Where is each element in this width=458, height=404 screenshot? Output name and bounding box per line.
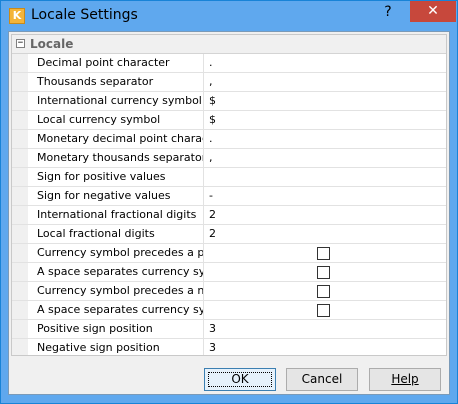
property-value	[205, 263, 446, 281]
property-value[interactable]: -	[205, 187, 446, 205]
category-locale[interactable]: − Locale	[12, 35, 446, 54]
help-button[interactable]: Help	[369, 368, 441, 391]
property-name: International fractional digits	[28, 206, 204, 224]
property-row[interactable]: Decimal point character .	[12, 54, 446, 73]
property-row[interactable]: International fractional digits 2	[12, 206, 446, 225]
property-row[interactable]: Sign for negative values -	[12, 187, 446, 206]
property-value[interactable]: $	[205, 92, 446, 110]
property-row[interactable]: Currency symbol precedes a nega	[12, 282, 446, 301]
checkbox[interactable]	[317, 285, 330, 298]
property-name: Currency symbol precedes a posit	[28, 244, 204, 262]
property-name: Thousands separator	[28, 73, 204, 91]
property-row[interactable]: Monetary decimal point character .	[12, 130, 446, 149]
property-row[interactable]: Monetary thousands separator ,	[12, 149, 446, 168]
property-value[interactable]: 2	[205, 225, 446, 243]
property-value[interactable]: .	[205, 130, 446, 148]
property-value	[205, 244, 446, 262]
app-icon: K	[9, 8, 25, 24]
property-name: Local fractional digits	[28, 225, 204, 243]
cancel-button[interactable]: Cancel	[286, 368, 358, 391]
property-row[interactable]: Thousands separator ,	[12, 73, 446, 92]
property-row[interactable]: A space separates currency symb	[12, 301, 446, 320]
property-name: Sign for negative values	[28, 187, 204, 205]
checkbox[interactable]	[317, 247, 330, 260]
property-name: Sign for positive values	[28, 168, 204, 186]
property-name: Positive sign position	[28, 320, 204, 338]
property-value[interactable]: 3	[205, 339, 446, 355]
property-value	[205, 282, 446, 300]
property-row[interactable]: Local currency symbol $	[12, 111, 446, 130]
property-name: A space separates currency symb	[28, 263, 204, 281]
property-name: Currency symbol precedes a nega	[28, 282, 204, 300]
checkbox[interactable]	[317, 304, 330, 317]
property-value[interactable]: .	[205, 54, 446, 72]
property-grid[interactable]: − Locale Decimal point character . Thous…	[11, 34, 447, 356]
property-name: Decimal point character	[28, 54, 204, 72]
property-name: Monetary decimal point character	[28, 130, 204, 148]
property-name: Negative sign position	[28, 339, 204, 355]
property-name: Local currency symbol	[28, 111, 204, 129]
property-row[interactable]: Currency symbol precedes a posit	[12, 244, 446, 263]
property-name: Monetary thousands separator	[28, 149, 204, 167]
category-label: Locale	[30, 37, 74, 51]
property-value[interactable]: 3	[205, 320, 446, 338]
property-row[interactable]: Negative sign position 3	[12, 339, 446, 355]
property-row[interactable]: Local fractional digits 2	[12, 225, 446, 244]
property-value[interactable]: ,	[205, 149, 446, 167]
help-label: Help	[391, 372, 419, 386]
property-value[interactable]: ,	[205, 73, 446, 91]
ok-button[interactable]: OK	[204, 368, 276, 391]
checkbox[interactable]	[317, 266, 330, 279]
help-title-button[interactable]: ?	[373, 1, 403, 23]
property-name: International currency symbol	[28, 92, 204, 110]
window-title: Locale Settings	[31, 7, 138, 23]
property-value	[205, 301, 446, 319]
property-row[interactable]: Sign for positive values	[12, 168, 446, 187]
property-row[interactable]: International currency symbol $	[12, 92, 446, 111]
property-row[interactable]: Positive sign position 3	[12, 320, 446, 339]
property-value[interactable]: $	[205, 111, 446, 129]
close-button[interactable]: ✕	[410, 1, 456, 22]
property-value[interactable]	[205, 168, 446, 186]
property-row[interactable]: A space separates currency symb	[12, 263, 446, 282]
title-bar[interactable]: K Locale Settings ? ✕	[1, 1, 457, 31]
property-name: A space separates currency symb	[28, 301, 204, 319]
property-value[interactable]: 2	[205, 206, 446, 224]
close-icon: ✕	[427, 3, 439, 19]
locale-settings-window: K Locale Settings ? ✕ − Locale Decimal p…	[0, 0, 458, 404]
collapse-icon[interactable]: −	[16, 39, 25, 48]
cancel-label: Cancel	[301, 372, 343, 386]
dialog-body: − Locale Decimal point character . Thous…	[8, 31, 450, 395]
